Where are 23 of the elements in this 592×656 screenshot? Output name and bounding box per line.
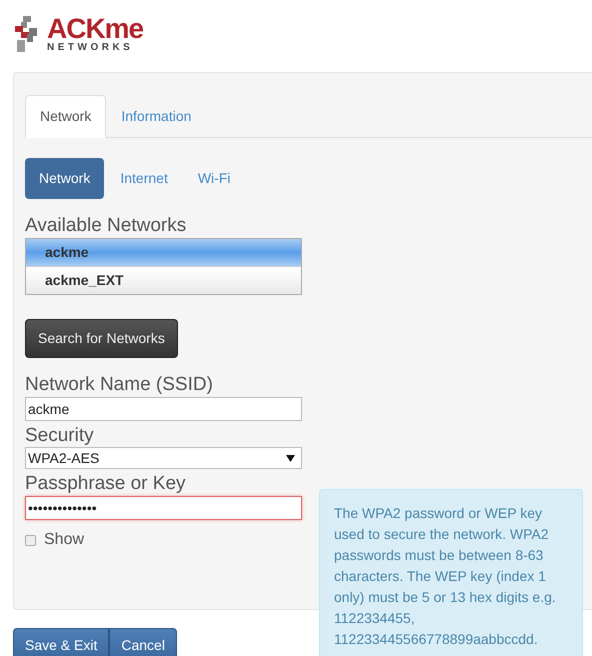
logo-subtitle: NETWORKS xyxy=(47,43,134,53)
security-select[interactable]: WPA2-AES xyxy=(25,447,302,470)
ssid-field[interactable]: ackme xyxy=(25,396,302,421)
tab[interactable]: Information xyxy=(106,95,206,138)
save-button[interactable]: Save & Exit xyxy=(13,628,110,656)
field-label: Passphrase or Key xyxy=(25,473,187,496)
field-label: Network Name (SSID) xyxy=(25,374,214,397)
dropdown-icon xyxy=(286,454,295,462)
logo-text: ACKme xyxy=(47,15,144,43)
help-popover: The WPA2 password or WEP key used to secure the network. WPA2 passwords must be between 8-63 characters. The WEP key (index 1 only) must be 5 or 13 hex digits e.g. 1122334455, 112233445566778899aabbccdd. xyxy=(319,489,583,656)
checkbox-label: Show xyxy=(44,530,84,550)
network-item[interactable]: ackme xyxy=(26,238,301,266)
pill-tab[interactable]: Internet xyxy=(106,158,182,199)
cancel-button[interactable]: Cancel xyxy=(109,628,177,656)
network-item[interactable]: ackme_EXT xyxy=(26,266,301,294)
pill-tab[interactable]: Network xyxy=(25,158,104,199)
field-label: Available Networks xyxy=(25,215,188,238)
passphrase-field[interactable]: •••••••••••••• xyxy=(25,496,302,520)
tab[interactable]: Network xyxy=(25,95,106,138)
search-button[interactable]: Search for Networks xyxy=(25,318,178,358)
pill-tab[interactable]: Wi-Fi xyxy=(184,158,244,199)
show-checkbox[interactable] xyxy=(25,534,36,546)
field-label: Security xyxy=(25,424,95,448)
